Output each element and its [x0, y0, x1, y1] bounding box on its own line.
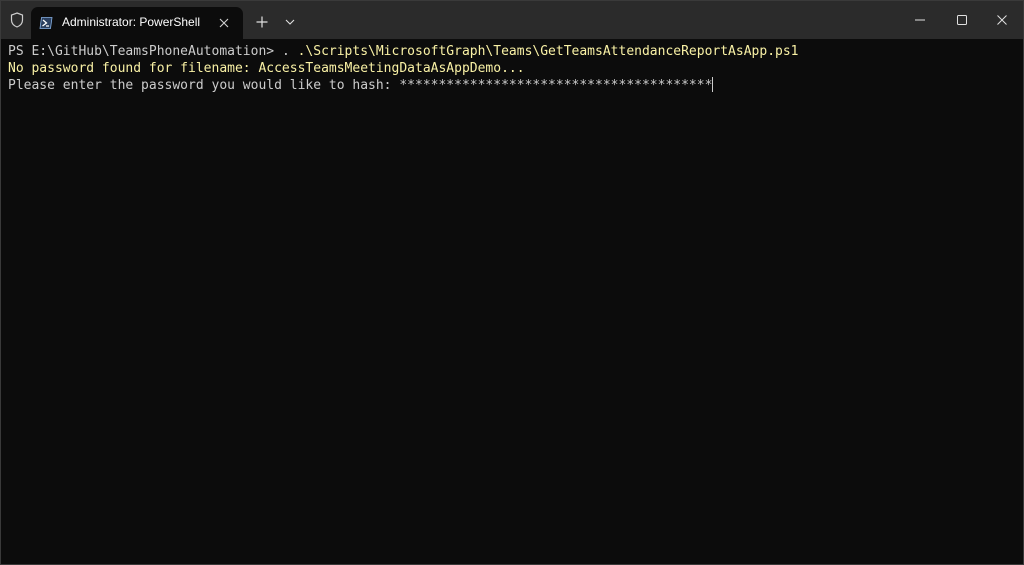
- tab-powershell[interactable]: Administrator: PowerShell: [31, 7, 243, 39]
- title-bar[interactable]: Administrator: PowerShell: [1, 1, 1023, 39]
- terminal-output[interactable]: PS E:\GitHub\TeamsPhoneAutomation> . .\S…: [1, 39, 1023, 564]
- script-path: .\Scripts\MicrosoftGraph\Teams\GetTeamsA…: [297, 44, 799, 59]
- password-input-line[interactable]: Please enter the password you would like…: [8, 77, 1023, 94]
- text-cursor: [712, 77, 714, 92]
- dot-source-operator: .: [281, 44, 298, 59]
- minimize-icon: [915, 19, 925, 20]
- close-icon: [997, 14, 1007, 25]
- minimize-button[interactable]: [897, 1, 943, 38]
- close-icon[interactable]: [215, 14, 233, 32]
- maximize-icon: [957, 14, 967, 25]
- shield-icon: [7, 10, 27, 30]
- chevron-down-icon: [285, 19, 295, 25]
- new-tab-button[interactable]: [252, 12, 272, 32]
- plus-icon: [256, 16, 268, 28]
- password-prompt: Please enter the password you would like…: [8, 78, 400, 93]
- tab-dropdown-button[interactable]: [281, 12, 299, 32]
- password-masked-input[interactable]: ****************************************: [399, 78, 712, 93]
- tab-title: Administrator: PowerShell: [62, 15, 201, 29]
- powershell-icon: [39, 16, 53, 30]
- close-window-button[interactable]: [979, 1, 1023, 38]
- terminal-window: Administrator: PowerShell PS E:\GitHub\T…: [0, 0, 1024, 565]
- command-line: PS E:\GitHub\TeamsPhoneAutomation> . .\S…: [8, 43, 1023, 60]
- shell-prompt: PS E:\GitHub\TeamsPhoneAutomation>: [8, 44, 282, 59]
- warning-line: No password found for filename: AccessTe…: [8, 61, 525, 76]
